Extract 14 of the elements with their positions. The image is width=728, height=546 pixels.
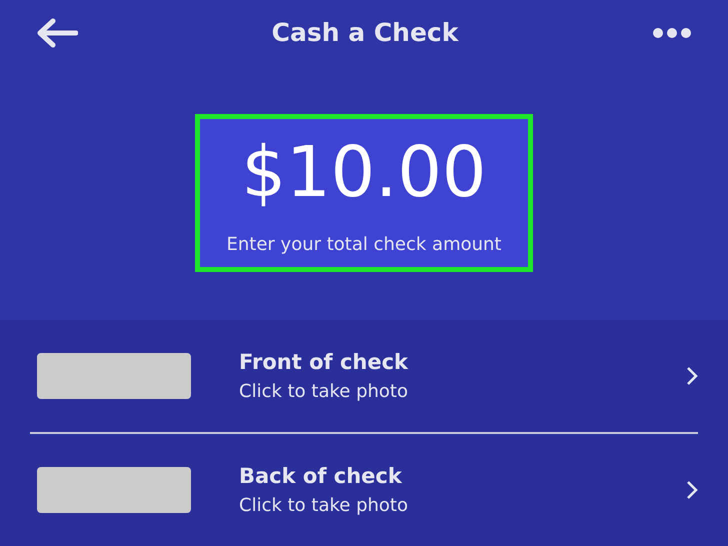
amount-hint: Enter your total check amount bbox=[226, 232, 502, 257]
screen-title: Cash a Check bbox=[272, 17, 458, 50]
chevron-right-icon bbox=[686, 366, 698, 386]
row-title: Back of check bbox=[239, 462, 403, 490]
chevron-right-icon bbox=[686, 480, 698, 500]
amount-value: $10.00 bbox=[242, 136, 486, 207]
amount-field[interactable]: $10.00 Enter your total check amount bbox=[195, 114, 533, 272]
row-subtitle: Click to take photo bbox=[239, 494, 409, 518]
back-arrow-icon[interactable] bbox=[36, 18, 78, 48]
row-subtitle: Click to take photo bbox=[239, 380, 409, 404]
row-title: Front of check bbox=[239, 348, 410, 376]
more-icon[interactable] bbox=[652, 27, 692, 40]
photo-row[interactable]: Back of check Click to take photo bbox=[0, 434, 728, 546]
photo-row[interactable]: Front of check Click to take photo bbox=[0, 320, 728, 432]
